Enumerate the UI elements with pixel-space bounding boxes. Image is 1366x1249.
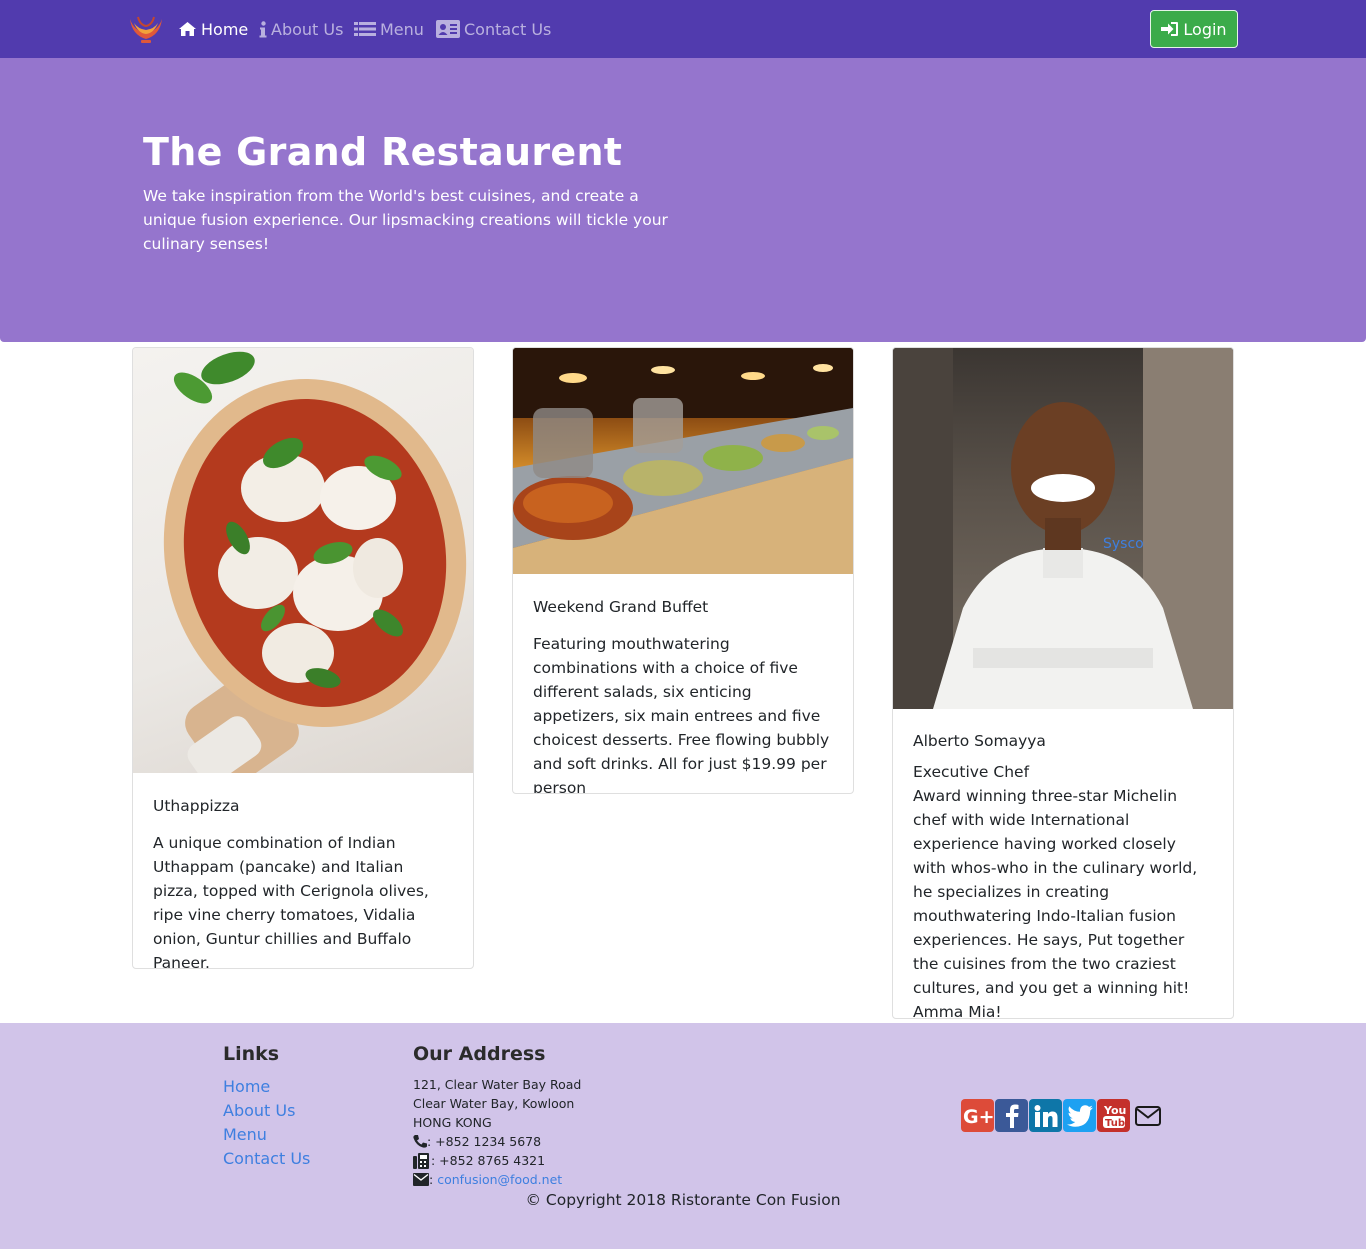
- twitter-icon: [1066, 1104, 1093, 1127]
- footer-link-about[interactable]: About Us: [223, 1099, 310, 1123]
- envelope-icon: [413, 1173, 429, 1186]
- facebook-button[interactable]: [995, 1099, 1028, 1132]
- address-line: 121, Clear Water Bay Road: [413, 1077, 582, 1092]
- copyright: © Copyright 2018 Ristorante Con Fusion: [525, 1191, 841, 1209]
- footer-link-menu[interactable]: Menu: [223, 1123, 310, 1147]
- page-title: The Grand Restaurent: [143, 130, 623, 174]
- card-text: A unique combination of Indian Uthappam …: [153, 834, 429, 969]
- links-heading: Links: [223, 1043, 280, 1065]
- facebook-icon: [1005, 1104, 1018, 1128]
- card-title: Weekend Grand Buffet: [533, 598, 709, 616]
- footer-link-contact[interactable]: Contact Us: [223, 1147, 310, 1171]
- address: 121, Clear Water Bay Road Clear Water Ba…: [413, 1075, 581, 1189]
- buffet-image: [513, 348, 853, 574]
- restaurant-logo[interactable]: [128, 13, 164, 45]
- svg-text:Sysco: Sysco: [1103, 536, 1144, 552]
- envelope-outline-icon: [1134, 1105, 1161, 1126]
- nav-contact-label: Contact Us: [464, 19, 552, 39]
- footer: Links Home About Us Menu Contact Us Our …: [0, 1023, 1366, 1249]
- email-separator: :: [429, 1172, 434, 1187]
- mail-button[interactable]: [1131, 1099, 1164, 1132]
- promotion-card: Weekend Grand Buffet Featuring mouthwate…: [512, 347, 854, 794]
- jumbotron: The Grand Restaurent We take inspiration…: [0, 58, 1366, 342]
- jumbotron-text: We take inspiration from the World's bes…: [143, 187, 668, 253]
- nav-home-label: Home: [201, 19, 249, 39]
- home-icon: [179, 22, 196, 36]
- youtube-icon: YouTube: [1102, 1104, 1127, 1129]
- info-icon: [259, 20, 267, 37]
- google-plus-button[interactable]: G+: [961, 1099, 994, 1132]
- dish-card: Uthappizza A unique combination of India…: [132, 347, 474, 969]
- sign-in-icon: [1161, 22, 1179, 36]
- card-subtitle: Executive Chef: [913, 763, 1030, 781]
- address-line: HONG KONG: [413, 1115, 492, 1130]
- linkedin-button[interactable]: [1029, 1099, 1062, 1132]
- address-card-icon: [436, 20, 460, 38]
- svg-text:Tube: Tube: [1105, 1118, 1127, 1129]
- nav-menu-label: Menu: [380, 19, 424, 39]
- address-line: Clear Water Bay, Kowloon: [413, 1096, 575, 1111]
- login-button[interactable]: Login: [1150, 10, 1238, 48]
- address-heading: Our Address: [413, 1043, 546, 1065]
- email-link[interactable]: confusion@food.net: [437, 1170, 562, 1189]
- fax-line: : +852 8765 4321: [413, 1151, 581, 1170]
- phone-line: : +852 1234 5678: [413, 1132, 581, 1151]
- svg-text:You: You: [1103, 1104, 1126, 1117]
- phone-icon: [413, 1135, 427, 1148]
- list-icon: [354, 22, 376, 36]
- login-label: Login: [1183, 19, 1227, 39]
- svg-text:G+: G+: [963, 1106, 993, 1127]
- nav-about[interactable]: About Us: [259, 18, 343, 40]
- nav-about-label: About Us: [271, 19, 344, 39]
- linkedin-icon: [1034, 1104, 1057, 1127]
- chef-image: Sysco: [893, 348, 1233, 709]
- leader-card: Sysco Alberto Somayya Executive Chef Awa…: [892, 347, 1234, 1019]
- uthappizza-image: [133, 348, 473, 773]
- card-text: Award winning three-star Michelin chef w…: [913, 787, 1198, 1019]
- card-title: Alberto Somayya: [913, 732, 1046, 750]
- footer-links: Home About Us Menu Contact Us: [223, 1075, 310, 1171]
- navbar: Home About Us Menu Contact Us Login: [0, 0, 1366, 58]
- email-line: : confusion@food.net: [413, 1170, 581, 1189]
- card-text: Featuring mouthwatering combinations wit…: [533, 635, 830, 794]
- google-plus-icon: G+: [963, 1106, 993, 1127]
- phone-number: : +852 1234 5678: [427, 1134, 542, 1149]
- fax-icon: [413, 1152, 429, 1169]
- nav-home[interactable]: Home: [178, 18, 248, 40]
- twitter-button[interactable]: [1063, 1099, 1096, 1132]
- nav-menu[interactable]: Menu: [354, 18, 424, 40]
- footer-link-home[interactable]: Home: [223, 1075, 310, 1099]
- card-title: Uthappizza: [153, 797, 240, 815]
- nav-contact[interactable]: Contact Us: [436, 18, 551, 40]
- social-buttons: G+ YouTube: [961, 1099, 1165, 1132]
- youtube-button[interactable]: YouTube: [1097, 1099, 1130, 1132]
- fax-number: : +852 8765 4321: [431, 1153, 546, 1168]
